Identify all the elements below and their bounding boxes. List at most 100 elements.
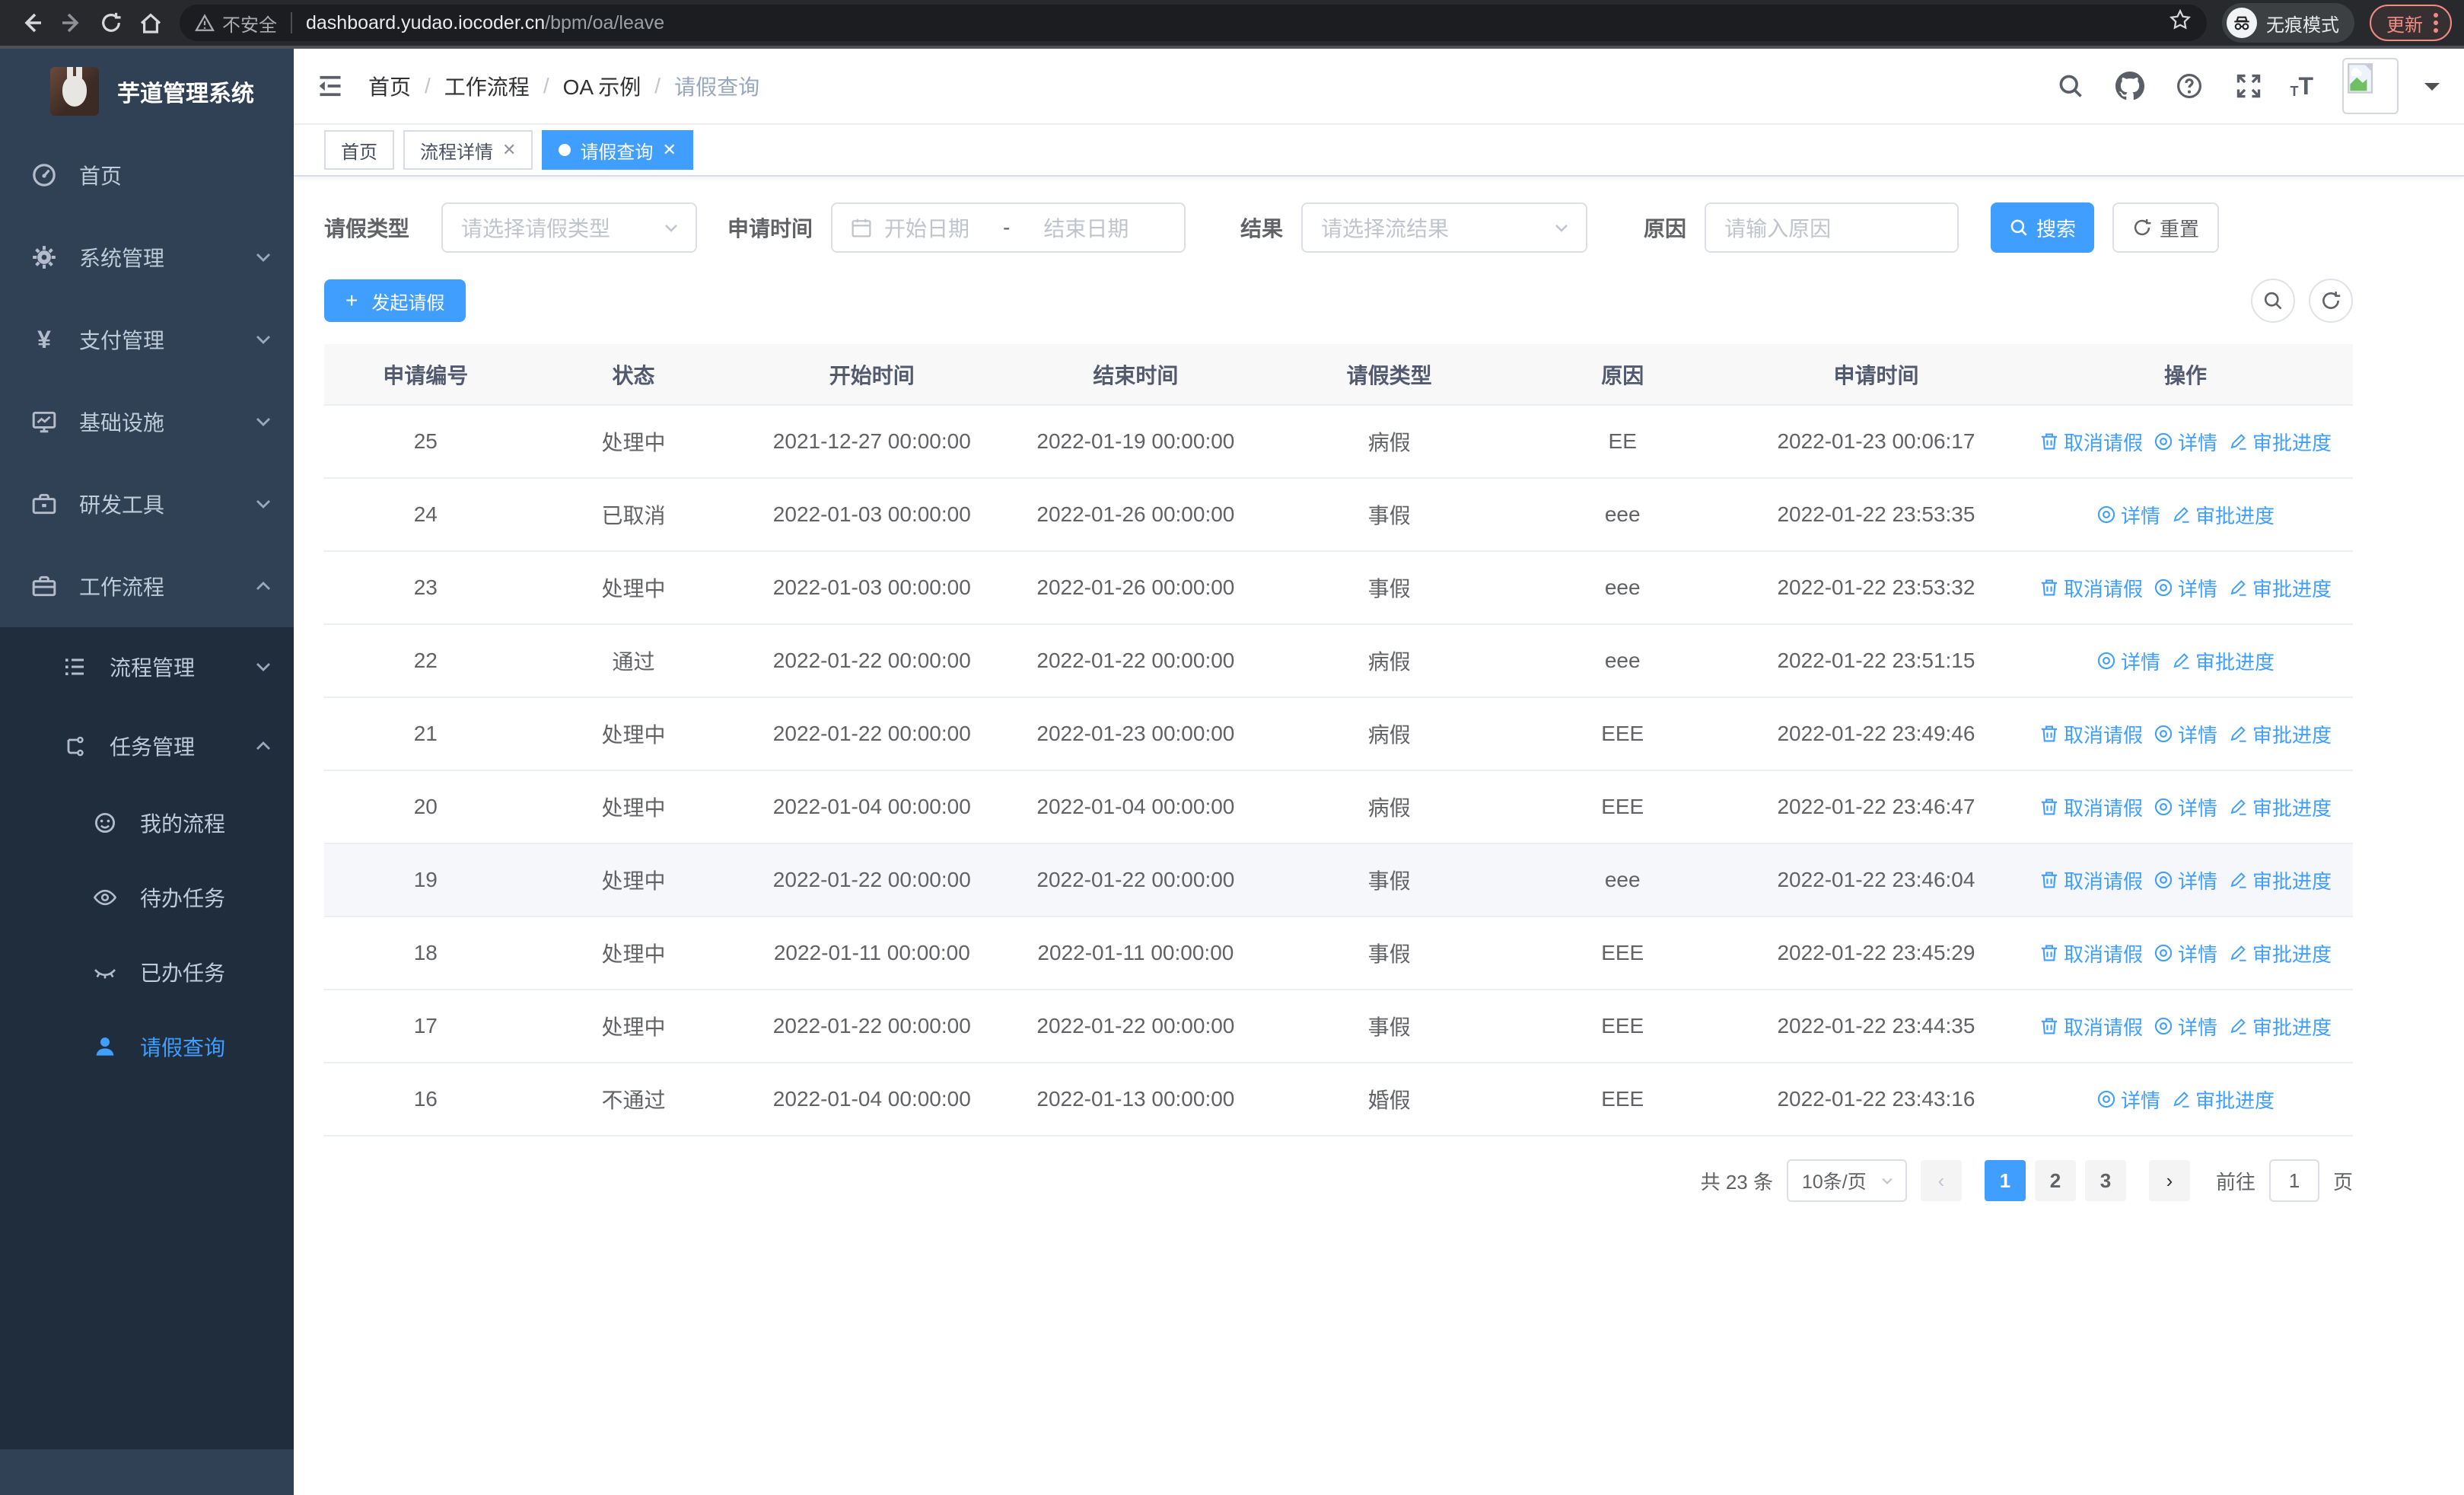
page-size-select[interactable]: 10条/页 <box>1786 1159 1907 1202</box>
cell-actions: 取消请假 详情 审批进度 <box>2018 697 2353 771</box>
progress-link[interactable]: 审批进度 <box>2228 720 2332 748</box>
detail-link[interactable]: 详情 <box>2154 428 2217 456</box>
sidebar-item-process-mgmt[interactable]: 流程管理 <box>0 627 294 706</box>
app-logo-image <box>50 67 99 116</box>
page-suffix: 页 <box>2332 1170 2353 1194</box>
home-icon[interactable] <box>131 3 170 43</box>
page-button-3[interactable]: 3 <box>2084 1160 2126 1201</box>
cell-applied: 2022-01-22 23:53:32 <box>1733 551 2019 625</box>
forward-icon[interactable] <box>52 3 91 43</box>
view-icon <box>2154 944 2173 962</box>
next-page-button[interactable]: › <box>2148 1160 2190 1201</box>
progress-link[interactable]: 审批进度 <box>2228 793 2332 821</box>
progress-link[interactable]: 审批进度 <box>2171 1085 2275 1114</box>
page-button-1[interactable]: 1 <box>1984 1160 2026 1201</box>
sidebar-item-system[interactable]: 系统管理 <box>0 216 294 298</box>
reset-button[interactable]: 重置 <box>2112 202 2220 253</box>
detail-link[interactable]: 详情 <box>2154 1012 2217 1041</box>
sidebar-item-payment[interactable]: ¥ 支付管理 <box>0 298 294 381</box>
page-button-2[interactable]: 2 <box>2034 1160 2076 1201</box>
close-icon[interactable]: ✕ <box>502 140 516 160</box>
cell-type: 病假 <box>1267 697 1511 771</box>
fullscreen-icon[interactable] <box>2230 68 2267 104</box>
security-warning[interactable]: 不安全 <box>195 10 277 37</box>
chevron-down-icon <box>1552 218 1571 237</box>
sidebar-logo[interactable]: 芋道管理系统 <box>0 49 294 134</box>
progress-link[interactable]: 审批进度 <box>2228 574 2332 602</box>
incognito-icon <box>2227 8 2257 38</box>
progress-link[interactable]: 审批进度 <box>2171 647 2275 675</box>
cancel-leave-link[interactable]: 取消请假 <box>2039 720 2143 748</box>
avatar-caret-icon[interactable] <box>2424 83 2440 98</box>
cell-applied: 2022-01-22 23:45:29 <box>1733 916 2019 990</box>
detail-link[interactable]: 详情 <box>2096 647 2160 675</box>
leave-type-select[interactable]: 请选择请假类型 <box>441 202 698 253</box>
close-icon[interactable]: ✕ <box>662 140 676 160</box>
progress-link[interactable]: 审批进度 <box>2171 501 2275 529</box>
search-button[interactable]: 搜索 <box>1991 202 2095 253</box>
avatar[interactable] <box>2342 58 2399 114</box>
sidebar-item-task-mgmt[interactable]: 任务管理 <box>0 706 294 786</box>
incognito-badge[interactable]: 无痕模式 <box>2222 3 2354 43</box>
reload-icon[interactable] <box>91 3 131 43</box>
breadcrumb: 首页 / 工作流程 / OA 示例 / 请假查询 <box>368 71 759 101</box>
cancel-leave-link[interactable]: 取消请假 <box>2039 1012 2143 1041</box>
cancel-leave-link[interactable]: 取消请假 <box>2039 939 2143 967</box>
sidebar-item-workflow[interactable]: 工作流程 <box>0 545 294 627</box>
sidebar-item-infra[interactable]: 基础设施 <box>0 381 294 463</box>
breadcrumb-workflow[interactable]: 工作流程 <box>444 71 530 101</box>
refresh-table-button[interactable] <box>2309 279 2353 323</box>
col-reason: 原因 <box>1511 344 1734 406</box>
sidebar-item-devtools[interactable]: 研发工具 <box>0 463 294 545</box>
show-search-button[interactable] <box>2251 279 2295 323</box>
breadcrumb-oa[interactable]: OA 示例 <box>563 71 641 101</box>
goto-page-input[interactable] <box>2268 1159 2319 1202</box>
result-select[interactable]: 请选择流结果 <box>1301 202 1588 253</box>
sidebar-collapse-icon[interactable] <box>317 72 344 100</box>
detail-link[interactable]: 详情 <box>2154 574 2217 602</box>
browser-menu-icon[interactable] <box>2434 13 2438 33</box>
tab-home[interactable]: 首页 <box>324 130 394 170</box>
bookmark-star-icon[interactable] <box>2169 8 2192 37</box>
trash-icon <box>2041 579 2058 596</box>
detail-link[interactable]: 详情 <box>2154 866 2217 894</box>
prev-page-button[interactable]: ‹ <box>1920 1160 1962 1201</box>
progress-link[interactable]: 审批进度 <box>2228 866 2332 894</box>
progress-link[interactable]: 审批进度 <box>2228 428 2332 456</box>
detail-link[interactable]: 详情 <box>2096 501 2160 529</box>
create-leave-button[interactable]: 发起请假 <box>324 279 466 322</box>
url-text[interactable]: dashboard.yudao.iocoder.cn/bpm/oa/leave <box>306 12 664 34</box>
detail-link[interactable]: 详情 <box>2154 793 2217 821</box>
cell-id: 16 <box>324 1063 527 1136</box>
progress-link[interactable]: 审批进度 <box>2228 1012 2332 1041</box>
progress-link[interactable]: 审批进度 <box>2228 939 2332 967</box>
back-icon[interactable] <box>12 3 52 43</box>
header-search-icon[interactable] <box>2052 68 2089 104</box>
table-row: 17 处理中 2022-01-22 00:00:00 2022-01-22 00:00… <box>324 990 2353 1063</box>
detail-link[interactable]: 详情 <box>2096 1085 2160 1114</box>
cell-start: 2022-01-22 00:00:00 <box>740 624 1004 698</box>
cancel-leave-link[interactable]: 取消请假 <box>2039 793 2143 821</box>
detail-link[interactable]: 详情 <box>2154 939 2217 967</box>
font-size-icon[interactable] <box>2290 74 2313 98</box>
reason-input[interactable]: 请输入原因 <box>1705 202 1959 253</box>
breadcrumb-home[interactable]: 首页 <box>368 71 411 101</box>
tab-leave-query[interactable]: 请假查询 ✕ <box>542 130 693 170</box>
date-range-input[interactable]: 开始日期 - 结束日期 <box>831 202 1186 253</box>
github-icon[interactable] <box>2112 68 2148 104</box>
cancel-leave-link[interactable]: 取消请假 <box>2039 574 2143 602</box>
tab-process-detail[interactable]: 流程详情 ✕ <box>403 130 533 170</box>
cell-reason: eee <box>1511 478 1734 552</box>
cancel-leave-link[interactable]: 取消请假 <box>2039 866 2143 894</box>
cancel-leave-link[interactable]: 取消请假 <box>2039 428 2143 456</box>
sidebar-item-leave-query[interactable]: 请假查询 <box>0 1009 294 1084</box>
chevron-up-icon <box>254 737 272 755</box>
sidebar-item-home[interactable]: 首页 <box>0 134 294 216</box>
help-icon[interactable] <box>2171 68 2208 104</box>
sidebar-item-todo-tasks[interactable]: 待办任务 <box>0 860 294 935</box>
browser-update-button[interactable]: 更新 <box>2370 5 2452 41</box>
detail-link[interactable]: 详情 <box>2154 720 2217 748</box>
url-bar[interactable]: 不安全 dashboard.yudao.iocoder.cn/bpm/oa/le… <box>180 5 2207 41</box>
sidebar-item-done-tasks[interactable]: 已办任务 <box>0 935 294 1009</box>
sidebar-item-my-process[interactable]: 我的流程 <box>0 786 294 860</box>
